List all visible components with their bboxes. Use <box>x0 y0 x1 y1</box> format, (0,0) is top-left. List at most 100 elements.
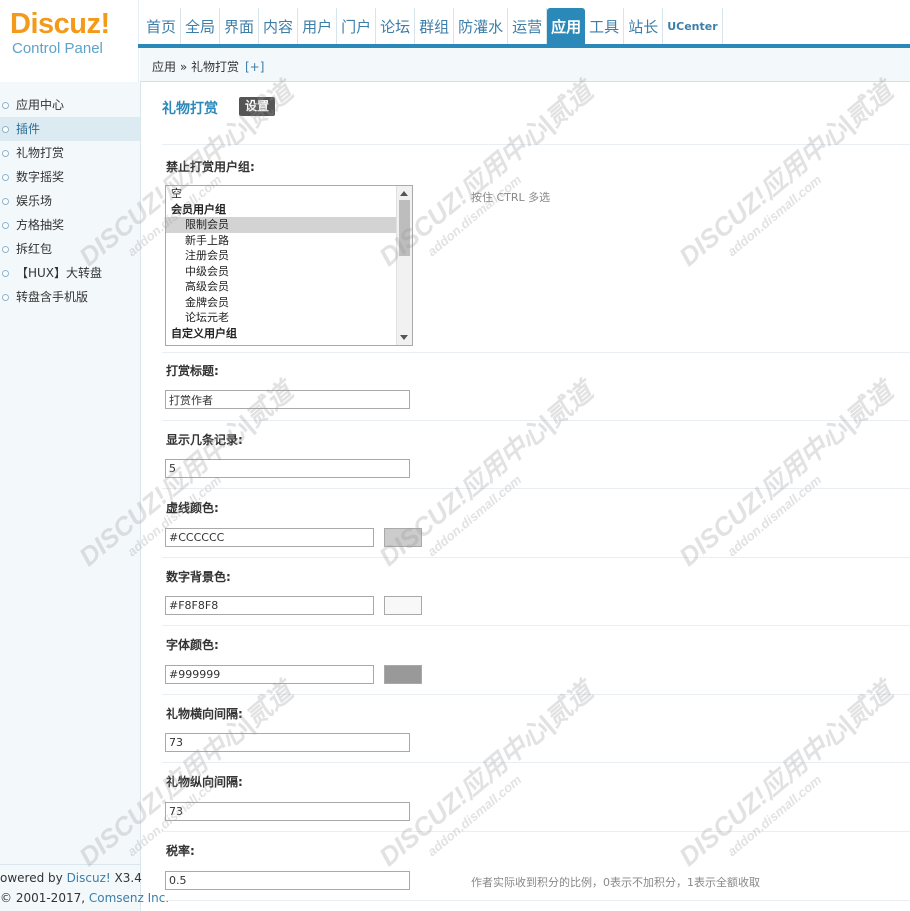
main-content: 礼物打赏 设置 禁止打赏用户组: 空会员用户组 限制会员 新手上路 注册会员 中级会员高… <box>141 82 910 911</box>
v-spacing-label: 礼物纵向间隔: <box>166 775 243 789</box>
nav-item[interactable]: 全局 <box>181 8 221 46</box>
nav-item[interactable]: 论坛 <box>376 8 416 46</box>
row-divider <box>162 557 910 558</box>
row-divider <box>162 762 910 763</box>
nav-item[interactable]: 防灌水 <box>454 8 509 46</box>
row-divider <box>162 420 910 421</box>
row-divider <box>162 488 910 489</box>
sidebar-item-label: 礼物打赏 <box>16 146 65 160</box>
h-spacing-input[interactable] <box>165 733 410 752</box>
sidebar-item-label: 娱乐场 <box>16 194 53 208</box>
h-spacing-label: 礼物横向间隔: <box>166 707 243 721</box>
bullet-icon <box>2 246 9 253</box>
v-spacing-input[interactable] <box>165 802 410 821</box>
select-option[interactable]: 空 <box>166 186 412 202</box>
sidebar-item[interactable]: 方格抽奖 <box>0 213 140 237</box>
select-scrollbar[interactable] <box>396 186 412 345</box>
scroll-up-icon[interactable] <box>400 191 408 196</box>
logo[interactable]: Discuz! Control Panel <box>10 8 136 58</box>
reward-title-label: 打赏标题: <box>166 364 219 378</box>
sidebar-item[interactable]: 礼物打赏 <box>0 141 140 165</box>
page-title: 礼物打赏 <box>162 101 218 117</box>
nav-item[interactable]: 群组 <box>415 8 455 46</box>
bullet-icon <box>2 198 9 205</box>
row-divider <box>162 144 910 145</box>
record-count-label: 显示几条记录: <box>166 433 243 447</box>
scroll-down-icon[interactable] <box>400 335 408 340</box>
row-divider <box>162 625 910 626</box>
sidebar-item-label: 【HUX】大转盘 <box>16 266 103 280</box>
version-text: X3.4 <box>110 871 142 885</box>
nav-item[interactable]: 界面 <box>220 8 260 46</box>
nav-item[interactable]: 站长 <box>624 8 664 46</box>
nav-item[interactable]: 首页 <box>142 8 182 46</box>
banned-groups-label: 禁止打赏用户组: <box>166 160 255 174</box>
header: Discuz! Control Panel 首页 全局 界面 内容 用户 门户 论坛 群组 防灌… <box>0 0 910 82</box>
bullet-icon <box>2 150 9 157</box>
breadcrumb-path: 应用 » 礼物打赏 [+] <box>152 58 264 75</box>
nav-item[interactable]: 工具 <box>585 8 625 46</box>
nav-item[interactable]: UCenter <box>663 8 723 46</box>
digit-bg-swatch[interactable] <box>384 596 422 615</box>
sidebar-item[interactable]: 应用中心 <box>0 93 140 117</box>
select-option[interactable]: 自定义用户组 <box>166 326 412 342</box>
bullet-icon <box>2 174 9 181</box>
sidebar-item-label: 插件 <box>16 122 41 136</box>
select-option[interactable]: 论坛元老 <box>166 310 412 326</box>
nav-item[interactable]: 应用 <box>547 8 586 46</box>
dash-color-swatch[interactable] <box>384 528 422 547</box>
sidebar-item[interactable]: 拆红包 <box>0 237 140 261</box>
select-option[interactable]: 注册会员 <box>166 248 412 264</box>
select-option[interactable]: 限制会员 <box>166 217 412 233</box>
nav-item[interactable]: 门户 <box>337 8 377 46</box>
sidebar-menu: 应用中心插件礼物打赏数字摇奖娱乐场方格抽奖拆红包【HUX】大转盘转盘含手机版 <box>0 82 140 309</box>
bullet-icon <box>2 270 9 277</box>
tax-rate-label: 税率: <box>166 844 195 858</box>
digit-bg-input[interactable] <box>165 596 374 615</box>
select-option[interactable]: 会员用户组 <box>166 202 412 218</box>
nav-item[interactable]: 运营 <box>508 8 548 46</box>
reward-title-input[interactable] <box>165 390 410 409</box>
sidebar-item[interactable]: 插件 <box>0 117 140 141</box>
row-divider <box>162 694 910 695</box>
nav-item[interactable]: 内容 <box>259 8 299 46</box>
tab-settings[interactable]: 设置 <box>239 97 276 116</box>
bullet-icon <box>2 294 9 301</box>
sidebar-item[interactable]: 数字摇奖 <box>0 165 140 189</box>
select-option[interactable]: 中级会员 <box>166 264 412 280</box>
copyright: © 2001-2017, Comsenz Inc. <box>0 888 169 908</box>
footer-divider <box>0 864 140 865</box>
row-divider <box>162 831 910 832</box>
select-option[interactable]: 金牌会员 <box>166 295 412 311</box>
record-count-input[interactable] <box>165 459 410 478</box>
dash-color-input[interactable] <box>165 528 374 547</box>
font-color-input[interactable] <box>165 665 374 684</box>
bullet-icon <box>2 126 9 133</box>
nav-item[interactable]: 用户 <box>298 8 338 46</box>
sidebar-item-label: 数字摇奖 <box>16 170 65 184</box>
sidebar-item-label: 拆红包 <box>16 242 53 256</box>
sidebar-item[interactable]: 【HUX】大转盘 <box>0 261 140 285</box>
bullet-icon <box>2 222 9 229</box>
tax-rate-input[interactable] <box>165 871 410 890</box>
select-option[interactable]: 高级会员 <box>166 279 412 295</box>
powered-prefix: owered by <box>0 871 67 885</box>
logo-divider <box>138 0 139 82</box>
select-option[interactable]: 新手上路 <box>166 233 412 249</box>
banned-groups-options: 空会员用户组 限制会员 新手上路 注册会员 中级会员 高级会员 金牌会员 论坛元老 自定义用户组 <box>166 186 412 341</box>
sidebar-item[interactable]: 转盘含手机版 <box>0 285 140 309</box>
banned-groups-select[interactable]: 空会员用户组 限制会员 新手上路 注册会员 中级会员 高级会员 金牌会员 论坛元老 自定义用户组 <box>165 185 413 346</box>
sidebar: 应用中心插件礼物打赏数字摇奖娱乐场方格抽奖拆红包【HUX】大转盘转盘含手机版 o… <box>0 82 169 911</box>
scroll-thumb[interactable] <box>399 200 410 256</box>
font-color-swatch[interactable] <box>384 665 422 684</box>
top-navigation: 首页 全局 界面 内容 用户 门户 论坛 群组 防灌水 运营 应用 工具 站长 UCenter <box>142 8 723 46</box>
digit-bg-label: 数字背景色: <box>166 570 231 584</box>
breadcrumb-text[interactable]: 应用 » 礼物打赏 <box>152 60 239 74</box>
breadcrumb: 应用 » 礼物打赏 [+] <box>140 48 910 82</box>
sidebar-item-label: 应用中心 <box>16 98 65 112</box>
discuz-link[interactable]: Discuz! <box>67 871 111 885</box>
logo-brand: Discuz! <box>10 8 110 40</box>
copyright-prefix: © 2001-2017, <box>0 891 89 905</box>
breadcrumb-add-link[interactable]: [+] <box>245 60 264 74</box>
sidebar-item[interactable]: 娱乐场 <box>0 189 140 213</box>
